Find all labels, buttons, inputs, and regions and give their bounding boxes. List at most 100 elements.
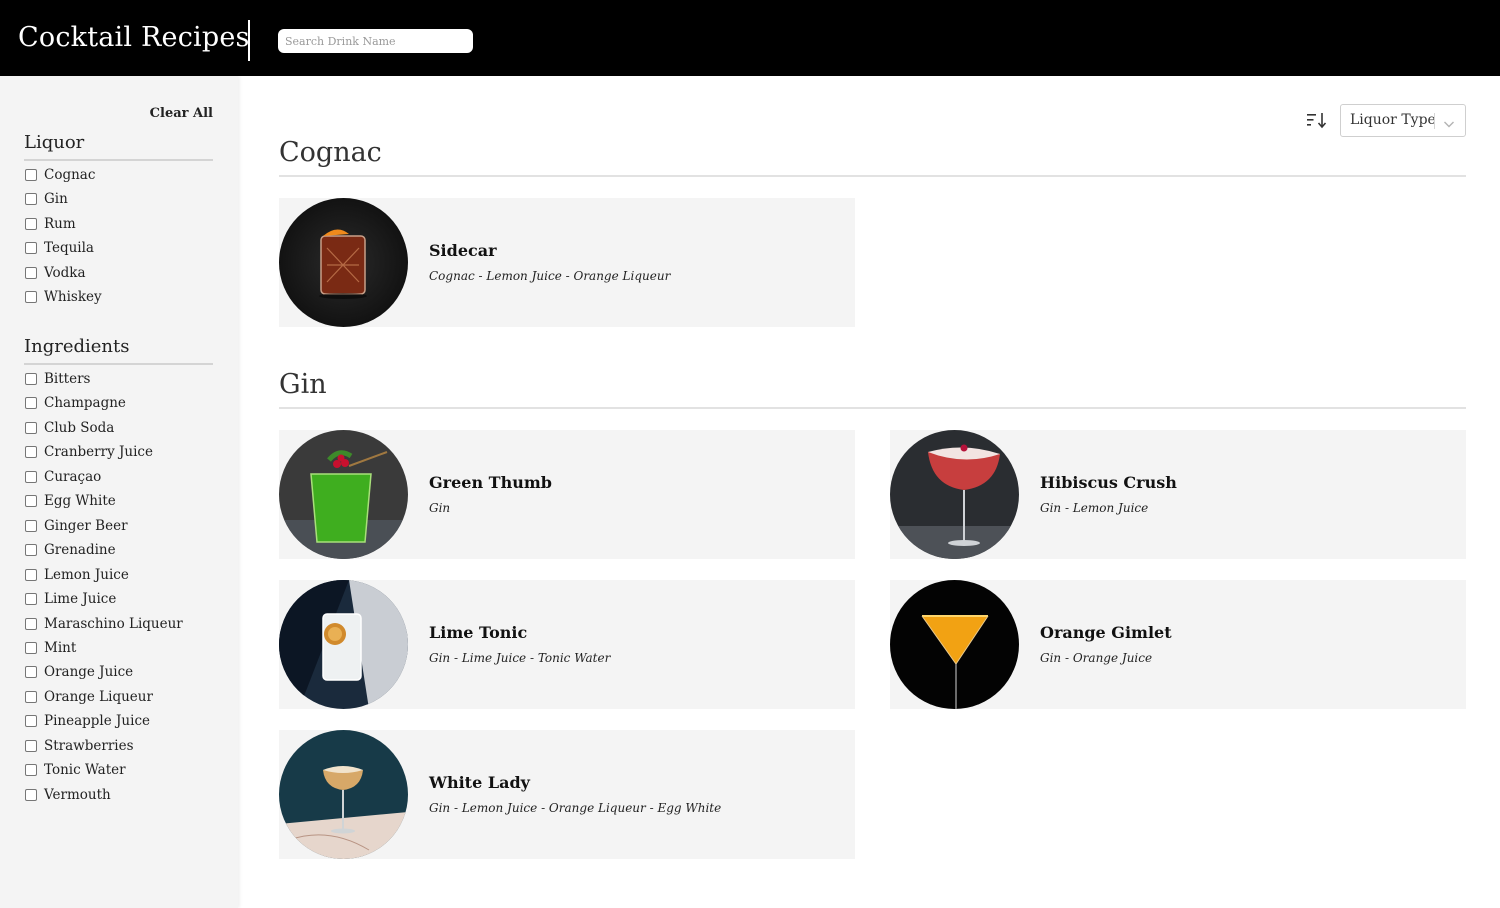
filter-option-egg-white[interactable]: Egg White bbox=[24, 492, 116, 510]
drink-ingredients: Gin - Lime Juice - Tonic Water bbox=[429, 651, 611, 665]
header-divider bbox=[248, 20, 250, 61]
filter-option-label: Rum bbox=[44, 215, 76, 232]
filter-option-label: Whiskey bbox=[44, 289, 102, 306]
app-title: Cocktail Recipes bbox=[18, 22, 250, 53]
filter-option-vermouth[interactable]: Vermouth bbox=[24, 786, 111, 804]
drink-card-sidecar[interactable]: Sidecar Cognac - Lemon Juice - Orange Liq… bbox=[279, 198, 855, 327]
filter-option-label: Vodka bbox=[44, 264, 86, 281]
drink-name: White Lady bbox=[429, 773, 530, 792]
filter-option-gin[interactable]: Gin bbox=[24, 190, 68, 208]
drink-ingredients: Gin - Lemon Juice bbox=[1040, 501, 1149, 515]
filter-option-mint[interactable]: Mint bbox=[24, 639, 76, 657]
filter-option-label: Cognac bbox=[44, 167, 96, 183]
filter-option-whiskey[interactable]: Whiskey bbox=[24, 288, 102, 306]
filter-checkbox[interactable] bbox=[25, 495, 37, 508]
filter-option-orange-liqueur[interactable]: Orange Liqueur bbox=[24, 688, 153, 706]
filter-option-label: Gin bbox=[44, 191, 68, 208]
drink-card-green-thumb[interactable]: Green Thumb Gin bbox=[279, 430, 855, 559]
filter-option-label: Club Soda bbox=[44, 419, 115, 436]
filter-option-lime-juice[interactable]: Lime Juice bbox=[24, 590, 116, 608]
filter-option-label: Mint bbox=[44, 639, 77, 656]
section-divider bbox=[279, 175, 1466, 177]
filter-option-bitters[interactable]: Bitters bbox=[24, 370, 90, 388]
filter-checkbox[interactable] bbox=[25, 641, 37, 654]
sort-by-select[interactable]: Liquor Type bbox=[1340, 104, 1466, 137]
filter-option-maraschino-liqueur[interactable]: Maraschino Liqueur bbox=[24, 615, 183, 633]
filter-option-champagne[interactable]: Champagne bbox=[24, 394, 126, 412]
filter-option-strawberries[interactable]: Strawberries bbox=[24, 737, 134, 755]
filter-option-label: Egg White bbox=[44, 493, 116, 510]
filter-option-label: Grenadine bbox=[44, 542, 116, 559]
drink-name: Sidecar bbox=[429, 241, 497, 260]
filter-option-tequila[interactable]: Tequila bbox=[24, 239, 94, 257]
filter-option-label: Bitters bbox=[44, 371, 91, 387]
clear-all-button[interactable]: Clear All bbox=[150, 106, 213, 121]
drink-name: Lime Tonic bbox=[429, 623, 528, 642]
sort-descending-icon[interactable] bbox=[1306, 111, 1330, 129]
section-title-cognac: Cognac bbox=[279, 137, 382, 168]
orange-martini-photo bbox=[890, 580, 1019, 709]
select-separator bbox=[1434, 113, 1435, 129]
filter-group-title-liquor: Liquor bbox=[24, 132, 85, 153]
filter-group-title-ingredients: Ingredients bbox=[24, 336, 130, 357]
filter-checkbox[interactable] bbox=[25, 690, 37, 703]
filter-group-divider bbox=[24, 363, 213, 365]
filter-checkbox[interactable] bbox=[25, 169, 37, 181]
drink-ingredients: Gin - Lemon Juice - Orange Liqueur - Egg… bbox=[429, 801, 722, 815]
filter-checkbox[interactable] bbox=[25, 397, 37, 410]
filter-option-label: Ginger Beer bbox=[44, 517, 128, 534]
filter-checkbox[interactable] bbox=[25, 519, 37, 532]
filter-checkbox[interactable] bbox=[25, 715, 37, 728]
filter-checkbox[interactable] bbox=[25, 291, 37, 304]
filter-checkbox[interactable] bbox=[25, 544, 37, 557]
drink-card-lime-tonic[interactable]: Lime Tonic Gin - Lime Juice - Tonic Water bbox=[279, 580, 855, 709]
filter-checkbox[interactable] bbox=[25, 217, 37, 230]
filter-option-cognac[interactable]: Cognac bbox=[24, 166, 95, 184]
lime-highball-photo bbox=[279, 580, 408, 709]
drink-ingredients: Gin - Orange Juice bbox=[1040, 651, 1153, 665]
filter-sidebar: Clear All Liquor Cognac Gin Rum Tequila Vodk… bbox=[0, 76, 238, 908]
filter-checkbox[interactable] bbox=[25, 373, 37, 385]
filter-checkbox[interactable] bbox=[25, 421, 37, 434]
filter-checkbox[interactable] bbox=[25, 666, 37, 679]
pink-coupe-photo bbox=[890, 430, 1019, 559]
rocks-glass-dark-photo bbox=[279, 198, 408, 327]
filter-option-ginger-beer[interactable]: Ginger Beer bbox=[24, 517, 128, 535]
filter-option-label: Strawberries bbox=[44, 737, 134, 754]
filter-checkbox[interactable] bbox=[25, 446, 37, 459]
section-divider bbox=[279, 407, 1466, 409]
filter-option-rum[interactable]: Rum bbox=[24, 215, 76, 233]
filter-checkbox[interactable] bbox=[25, 739, 37, 752]
filter-checkbox[interactable] bbox=[25, 788, 37, 801]
search-input[interactable] bbox=[278, 29, 473, 53]
drink-name: Orange Gimlet bbox=[1040, 623, 1172, 642]
filter-checkbox[interactable] bbox=[25, 266, 37, 279]
top-header: Cocktail Recipes bbox=[0, 0, 1500, 76]
filter-option-cranberry-juice[interactable]: Cranberry Juice bbox=[24, 443, 153, 461]
filter-option-label: Pineapple Juice bbox=[44, 713, 150, 730]
filter-checkbox[interactable] bbox=[25, 617, 37, 630]
filter-option-orange-juice[interactable]: Orange Juice bbox=[24, 663, 133, 681]
sort-by-value: Liquor Type bbox=[1350, 112, 1436, 128]
filter-option-label: Tequila bbox=[44, 240, 94, 257]
drink-card-white-lady[interactable]: White Lady Gin - Lemon Juice - Orange Liq… bbox=[279, 730, 855, 859]
filter-option-club-soda[interactable]: Club Soda bbox=[24, 419, 114, 437]
drink-card-orange-gimlet[interactable]: Orange Gimlet Gin - Orange Juice bbox=[890, 580, 1466, 709]
drink-name: Green Thumb bbox=[429, 473, 552, 492]
filter-checkbox[interactable] bbox=[25, 242, 37, 255]
filter-option-pineapple-juice[interactable]: Pineapple Juice bbox=[24, 712, 150, 730]
filter-option-grenadine[interactable]: Grenadine bbox=[24, 541, 116, 559]
filter-checkbox[interactable] bbox=[25, 764, 37, 777]
filter-option-label: Cranberry Juice bbox=[44, 444, 153, 461]
filter-checkbox[interactable] bbox=[25, 193, 37, 206]
filter-checkbox[interactable] bbox=[25, 568, 37, 581]
chevron-down-icon[interactable] bbox=[1442, 115, 1456, 128]
filter-checkbox[interactable] bbox=[25, 470, 37, 483]
filter-option-lemon-juice[interactable]: Lemon Juice bbox=[24, 566, 129, 584]
drink-card-hibiscus-crush[interactable]: Hibiscus Crush Gin - Lemon Juice bbox=[890, 430, 1466, 559]
filter-option-cura-ao[interactable]: Curaçao bbox=[24, 468, 101, 486]
drink-ingredients: Gin bbox=[429, 501, 451, 515]
filter-option-vodka[interactable]: Vodka bbox=[24, 264, 86, 282]
filter-checkbox[interactable] bbox=[25, 593, 37, 606]
filter-option-tonic-water[interactable]: Tonic Water bbox=[24, 761, 126, 779]
